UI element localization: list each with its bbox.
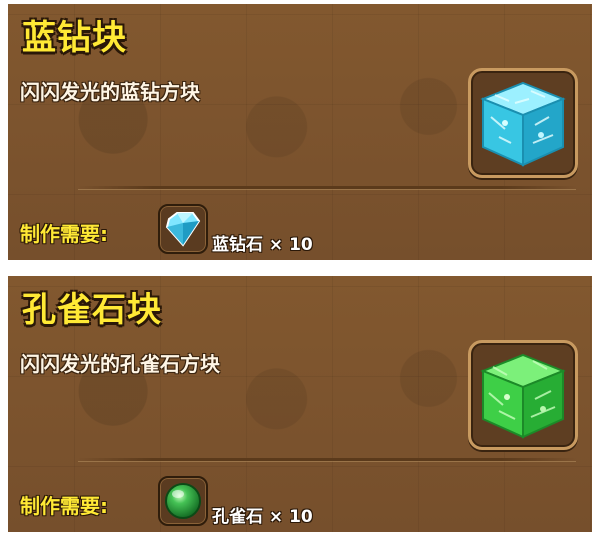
material-requirement: 孔雀石 × 10 (212, 502, 313, 527)
item-title: 蓝钻块 (22, 18, 127, 58)
item-card-blue-diamond-block: 蓝钻块 闪闪发光的蓝钻方块 制作需要: 蓝钻石 × 10 (8, 4, 592, 260)
item-description: 闪闪发光的蓝钻方块 (20, 80, 200, 104)
material-slot (158, 476, 208, 526)
item-preview-slot (468, 68, 578, 178)
malachite-orb-icon (165, 483, 201, 519)
item-preview-slot (468, 340, 578, 450)
item-title: 孔雀石块 (22, 290, 162, 330)
divider (78, 186, 576, 189)
item-description: 闪闪发光的孔雀石方块 (20, 352, 220, 376)
material-requirement: 蓝钻石 × 10 (212, 230, 313, 255)
material-slot (158, 204, 208, 254)
malachite-block-icon (480, 353, 566, 439)
item-card-malachite-block: 孔雀石块 闪闪发光的孔雀石方块 制作需要: 孔雀石 × 10 (8, 276, 592, 532)
material-count: × 10 (268, 507, 313, 527)
crafting-requirement-label: 制作需要: (20, 222, 108, 246)
material-name: 蓝钻石 (212, 235, 263, 255)
blue-diamond-block-icon (480, 81, 566, 167)
blue-diamond-gem-icon (165, 212, 201, 247)
material-count: × 10 (268, 235, 313, 255)
divider (78, 458, 576, 461)
crafting-requirement-label: 制作需要: (20, 494, 108, 518)
material-name: 孔雀石 (212, 507, 263, 527)
